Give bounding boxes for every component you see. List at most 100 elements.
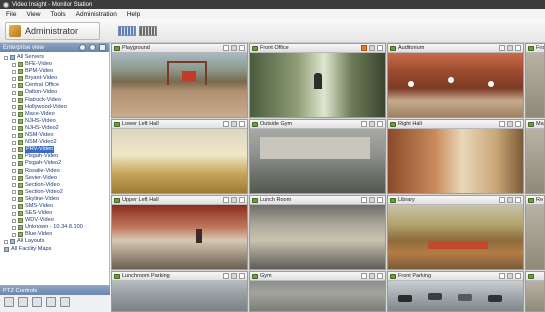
expand-icon[interactable] [12, 140, 16, 145]
record-status-icon[interactable] [223, 197, 229, 203]
snapshot-icon[interactable] [231, 121, 237, 127]
tree-root[interactable]: All Servers [4, 54, 109, 61]
expand-icon[interactable] [4, 239, 8, 244]
ptz-up-right-icon[interactable] [32, 297, 42, 307]
tree-item-server-selected[interactable]: PRV-Video [4, 146, 109, 154]
ptz-zoom-in-icon[interactable] [46, 297, 56, 307]
expand-icon[interactable] [12, 126, 16, 131]
ptz-up-left-icon[interactable] [4, 297, 14, 307]
camera-feed[interactable] [250, 129, 385, 193]
camera-feed[interactable] [250, 53, 385, 117]
tree-item-server[interactable]: BFE-Video [4, 61, 109, 68]
tree-item-server[interactable]: NJHS-Video [4, 118, 109, 125]
snapshot-icon[interactable] [369, 273, 375, 279]
record-status-icon[interactable] [499, 121, 505, 127]
expand-icon[interactable] [12, 218, 16, 223]
camera-tile[interactable]: Front Office [249, 43, 386, 118]
tree-item-server[interactable]: SMS-Video [4, 203, 109, 210]
camera-tile[interactable]: Lunchroom Parking [111, 271, 248, 312]
home-icon[interactable] [89, 44, 96, 51]
camera-feed[interactable] [250, 205, 385, 269]
tree-item-server[interactable]: WDV-Video [4, 217, 109, 224]
camera-tile[interactable]: Auditorium [387, 43, 524, 118]
camera-tile[interactable] [525, 271, 545, 312]
snapshot-icon[interactable] [231, 273, 237, 279]
popout-icon[interactable] [377, 273, 383, 279]
camera-tile[interactable]: Gym [249, 271, 386, 312]
expand-icon[interactable] [12, 190, 16, 195]
tree-item-server[interactable]: NSM-Video2 [4, 139, 109, 146]
expand-icon[interactable] [12, 169, 16, 174]
popout-icon[interactable] [515, 273, 521, 279]
expand-icon[interactable] [12, 204, 16, 209]
snapshot-icon[interactable] [231, 45, 237, 51]
collapse-icon[interactable] [4, 55, 8, 60]
snapshot-icon[interactable] [369, 121, 375, 127]
camera-tile[interactable]: Playground [111, 43, 248, 118]
record-status-icon[interactable] [499, 273, 505, 279]
camera-feed[interactable] [112, 53, 247, 117]
camera-tile[interactable]: Upper Left Hall [111, 195, 248, 270]
tree-item-server[interactable]: Bryant-Video [4, 75, 109, 82]
record-status-icon[interactable] [361, 273, 367, 279]
camera-tile[interactable]: Right Hall [387, 119, 524, 194]
tree-item-server[interactable]: Mace-Video [4, 111, 109, 118]
tree-item-server[interactable]: Skyline-Video [4, 196, 109, 203]
expand-icon[interactable] [12, 119, 16, 124]
snapshot-icon[interactable] [369, 197, 375, 203]
tree-item-server[interactable]: Sevier-Video [4, 175, 109, 182]
expand-icon[interactable] [12, 232, 16, 237]
snapshot-icon[interactable] [507, 197, 513, 203]
expand-icon[interactable] [12, 147, 16, 152]
popout-icon[interactable] [239, 197, 245, 203]
tree-item-layouts[interactable]: All Layouts [4, 238, 109, 245]
tree-item-server[interactable]: NJHS-Video2 [4, 125, 109, 132]
tree-item-server[interactable]: Hollywood-Video [4, 104, 109, 111]
expand-icon[interactable] [12, 91, 16, 96]
expand-icon[interactable] [12, 112, 16, 117]
record-status-icon[interactable] [499, 45, 505, 51]
record-status-icon[interactable] [223, 121, 229, 127]
popout-icon[interactable] [377, 121, 383, 127]
ptz-up-icon[interactable] [18, 297, 28, 307]
camera-feed[interactable] [388, 53, 523, 117]
camera-feed[interactable] [250, 281, 385, 311]
tree-item-server[interactable]: Rosalie-Video [4, 168, 109, 175]
camera-tile[interactable]: Re [525, 195, 545, 270]
tree-item-server[interactable]: Pisgah-Video2 [4, 160, 109, 167]
camera-feed[interactable] [388, 281, 523, 311]
menu-tools[interactable]: Tools [50, 11, 65, 18]
expand-icon[interactable] [12, 225, 16, 230]
camera-tile[interactable]: Library [387, 195, 524, 270]
expand-icon[interactable] [12, 83, 16, 88]
camera-feed[interactable] [526, 281, 544, 311]
mode-selector[interactable]: Administrator [5, 21, 100, 40]
camera-feed[interactable] [526, 205, 544, 269]
record-status-icon[interactable] [361, 45, 367, 51]
tree-item-server[interactable]: SES-Video [4, 210, 109, 217]
camera-feed[interactable] [112, 281, 247, 311]
record-status-icon[interactable] [361, 121, 367, 127]
popout-icon[interactable] [239, 273, 245, 279]
menu-view[interactable]: View [26, 11, 40, 18]
camera-feed[interactable] [388, 129, 523, 193]
camera-tile[interactable]: Lunch Room [249, 195, 386, 270]
camera-tile[interactable]: Fro [525, 43, 545, 118]
popout-icon[interactable] [515, 45, 521, 51]
tree-item-server[interactable]: Flatrock-Video [4, 97, 109, 104]
record-status-icon[interactable] [223, 273, 229, 279]
snapshot-icon[interactable] [507, 45, 513, 51]
popout-icon[interactable] [377, 45, 383, 51]
popout-icon[interactable] [239, 45, 245, 51]
refresh-icon[interactable] [79, 44, 86, 51]
camera-feed[interactable] [526, 129, 544, 193]
expand-icon[interactable] [12, 183, 16, 188]
camera-feed[interactable] [526, 53, 544, 117]
ptz-zoom-out-icon[interactable] [60, 297, 70, 307]
camera-tile[interactable]: Front Parking [387, 271, 524, 312]
grid-view-icon[interactable] [99, 44, 106, 51]
menu-help[interactable]: Help [127, 11, 140, 18]
expand-icon[interactable] [12, 105, 16, 110]
camera-feed[interactable] [112, 205, 247, 269]
popout-icon[interactable] [239, 121, 245, 127]
